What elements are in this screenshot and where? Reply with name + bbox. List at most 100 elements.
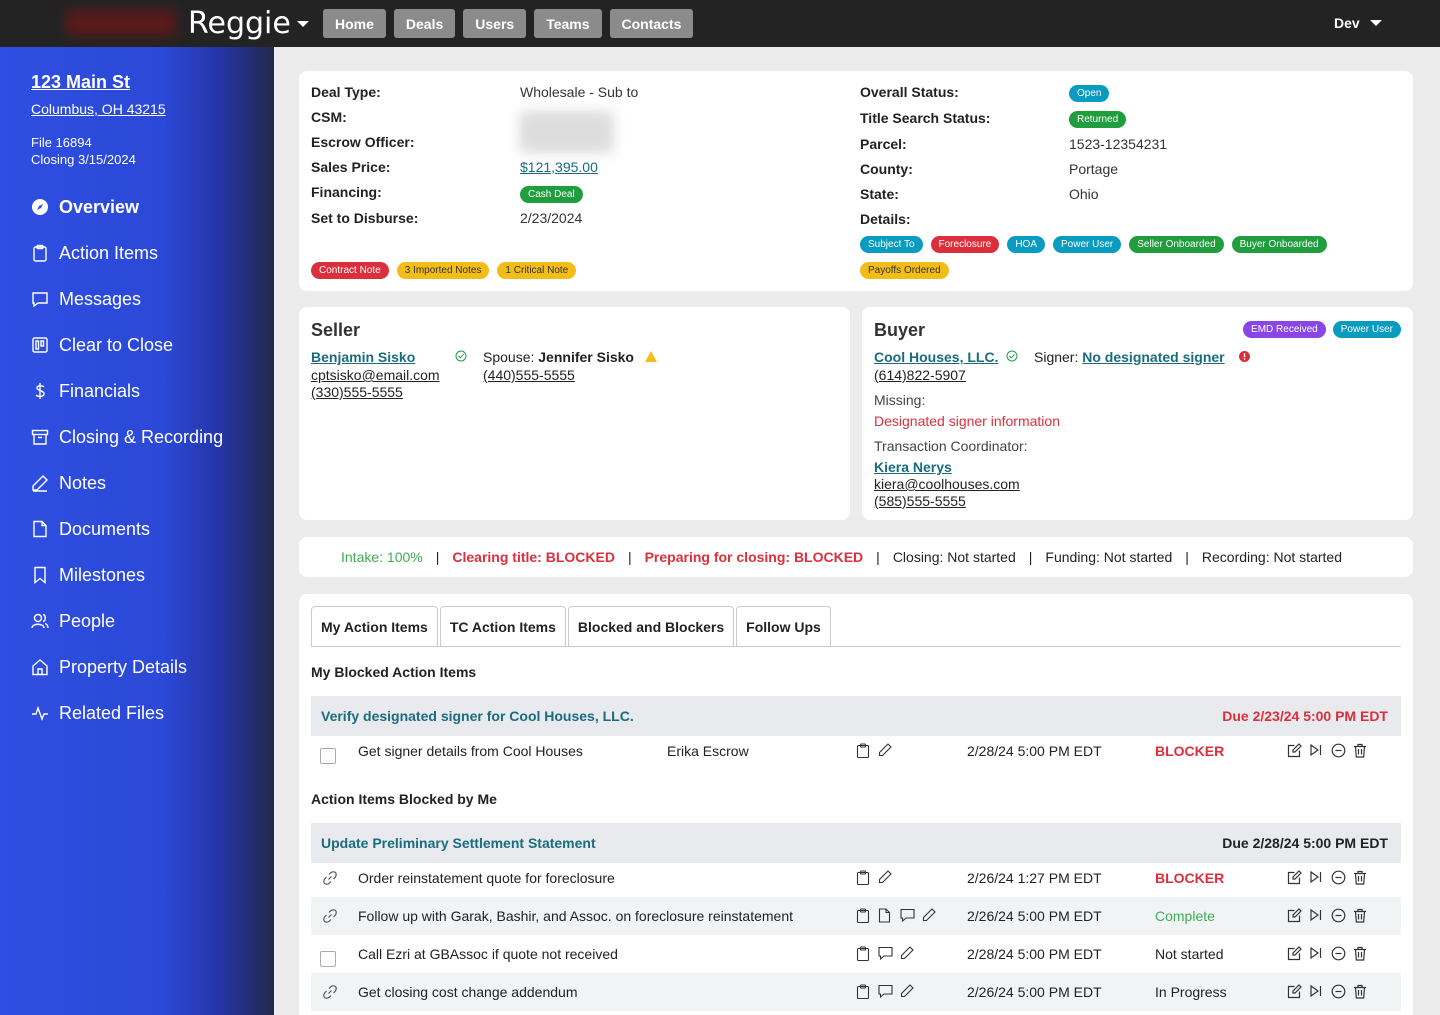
sidebar-item-clear-to-close[interactable]: Clear to Close	[31, 322, 223, 368]
skip-forward-icon[interactable]	[1309, 984, 1325, 1000]
sidebar-item-property-details[interactable]: Property Details	[31, 644, 223, 690]
sidebar-item-notes[interactable]: Notes	[31, 460, 223, 506]
clipboard-icon[interactable]	[856, 870, 872, 886]
buyer-name-link[interactable]: Cool Houses, LLC.	[874, 349, 998, 365]
pencil-icon[interactable]	[878, 870, 894, 886]
link-icon[interactable]	[322, 908, 338, 924]
task-title[interactable]: Call Ezri at GBAssoc if quote not receiv…	[358, 946, 618, 962]
clipboard-icon[interactable]	[856, 984, 872, 1000]
trash-icon[interactable]	[1353, 946, 1369, 962]
trash-icon[interactable]	[1353, 870, 1369, 886]
note-badge[interactable]: Contract Note	[311, 262, 389, 279]
nav-deals-button[interactable]: Deals	[393, 9, 456, 38]
trash-icon[interactable]	[1353, 908, 1369, 924]
people-icon	[31, 612, 49, 630]
skip-forward-icon[interactable]	[1309, 743, 1325, 759]
tc-phone[interactable]: (585)555-5555	[874, 493, 966, 509]
nav-teams-button[interactable]: Teams	[534, 9, 602, 38]
edit-icon[interactable]	[1287, 946, 1303, 962]
sidebar-item-messages[interactable]: Messages	[31, 276, 223, 322]
status-recording[interactable]: Recording: Not started	[1202, 549, 1342, 565]
seller-phone[interactable]: (330)555-5555	[311, 384, 403, 400]
sales-price-link[interactable]: $121,395.00	[520, 159, 598, 175]
task-checkbox[interactable]	[320, 748, 336, 764]
pencil-icon	[31, 474, 49, 492]
minus-circle-icon[interactable]	[1331, 984, 1347, 1000]
pencil-icon[interactable]	[900, 946, 916, 962]
missing-value: Designated signer information	[874, 413, 1060, 429]
title-search-badge: Returned	[1069, 111, 1127, 128]
user-menu[interactable]: Dev	[1334, 15, 1382, 31]
skip-forward-icon[interactable]	[1309, 946, 1325, 962]
status-clearing-title[interactable]: Clearing title: BLOCKED	[452, 549, 615, 565]
deal-type-label: Deal Type:	[311, 84, 381, 100]
chat-icon[interactable]	[878, 984, 894, 1000]
minus-circle-icon[interactable]	[1331, 946, 1347, 962]
edit-icon[interactable]	[1287, 984, 1303, 1000]
trash-icon[interactable]	[1353, 984, 1369, 1000]
clipboard-icon[interactable]	[856, 946, 872, 962]
seller-name-link[interactable]: Benjamin Sisko	[311, 349, 415, 365]
minus-circle-icon[interactable]	[1331, 743, 1347, 759]
minus-circle-icon[interactable]	[1331, 908, 1347, 924]
property-address-line2[interactable]: Columbus, OH 43215	[31, 101, 166, 117]
tc-name-link[interactable]: Kiera Nerys	[874, 459, 952, 475]
sidebar-item-label: Clear to Close	[59, 334, 174, 355]
clipboard-icon[interactable]	[856, 743, 872, 759]
trash-icon[interactable]	[1353, 743, 1369, 759]
note-badge[interactable]: 1 Critical Note	[497, 262, 577, 279]
task-title[interactable]: Get signer details from Cool Houses	[358, 743, 583, 759]
task-title[interactable]: Order reinstatement quote for foreclosur…	[358, 870, 615, 886]
status-intake[interactable]: Intake: 100%	[341, 549, 423, 565]
sidebar-item-closing-recording[interactable]: Closing & Recording	[31, 414, 223, 460]
sidebar-item-overview[interactable]: Overview	[31, 184, 223, 230]
signer-link[interactable]: No designated signer	[1082, 349, 1224, 365]
status-funding[interactable]: Funding: Not started	[1045, 549, 1172, 565]
status-preparing[interactable]: Preparing for closing: BLOCKED	[645, 549, 864, 565]
group-title-link[interactable]: Update Preliminary Settlement Statement	[321, 835, 596, 851]
minus-circle-icon[interactable]	[1331, 870, 1347, 886]
sidebar-item-milestones[interactable]: Milestones	[31, 552, 223, 598]
nav-home-button[interactable]: Home	[323, 9, 386, 38]
sidebar-item-financials[interactable]: Financials	[31, 368, 223, 414]
link-icon[interactable]	[322, 984, 338, 1000]
tc-email[interactable]: kiera@coolhouses.com	[874, 476, 1020, 492]
edit-icon[interactable]	[1287, 743, 1303, 759]
link-icon[interactable]	[322, 870, 338, 886]
status-closing[interactable]: Closing: Not started	[893, 549, 1016, 565]
sidebar-item-people[interactable]: People	[31, 598, 223, 644]
nav-users-button[interactable]: Users	[463, 9, 527, 38]
seller-email[interactable]: cptsisko@email.com	[311, 367, 440, 383]
buyer-phone[interactable]: (614)822-5907	[874, 367, 966, 383]
group-due-date: Due 2/23/24 5:00 PM EDT	[1222, 708, 1388, 724]
spouse-phone[interactable]: (440)555-5555	[483, 367, 575, 383]
tab-tc-action-items[interactable]: TC Action Items	[439, 606, 566, 646]
document-icon[interactable]	[878, 908, 894, 924]
table-row: Get closing cost change addendum 2/26/24…	[311, 973, 1401, 1011]
edit-icon[interactable]	[1287, 870, 1303, 886]
county-label: County:	[860, 161, 913, 177]
task-title[interactable]: Get closing cost change addendum	[358, 984, 577, 1000]
pencil-icon[interactable]	[900, 984, 916, 1000]
property-address-line1[interactable]: 123 Main St	[31, 72, 130, 93]
sidebar-item-action-items[interactable]: Action Items	[31, 230, 223, 276]
pencil-icon[interactable]	[878, 743, 894, 759]
tab-my-action-items[interactable]: My Action Items	[311, 606, 438, 646]
pencil-icon[interactable]	[922, 908, 938, 924]
sidebar-item-related-files[interactable]: Related Files	[31, 690, 223, 736]
brand-menu[interactable]: Reggie	[188, 6, 309, 41]
sidebar-item-documents[interactable]: Documents	[31, 506, 223, 552]
group-title-link[interactable]: Verify designated signer for Cool Houses…	[321, 708, 634, 724]
task-checkbox[interactable]	[320, 951, 336, 967]
chat-icon[interactable]	[900, 908, 916, 924]
clipboard-icon[interactable]	[856, 908, 872, 924]
skip-forward-icon[interactable]	[1309, 908, 1325, 924]
tab-blocked-and-blockers[interactable]: Blocked and Blockers	[567, 606, 735, 647]
note-badge[interactable]: 3 Imported Notes	[396, 262, 490, 279]
chat-icon[interactable]	[878, 946, 894, 962]
skip-forward-icon[interactable]	[1309, 870, 1325, 886]
task-title[interactable]: Follow up with Garak, Bashir, and Assoc.…	[358, 908, 793, 924]
edit-icon[interactable]	[1287, 908, 1303, 924]
nav-contacts-button[interactable]: Contacts	[609, 9, 694, 38]
tab-follow-ups[interactable]: Follow Ups	[736, 606, 831, 646]
